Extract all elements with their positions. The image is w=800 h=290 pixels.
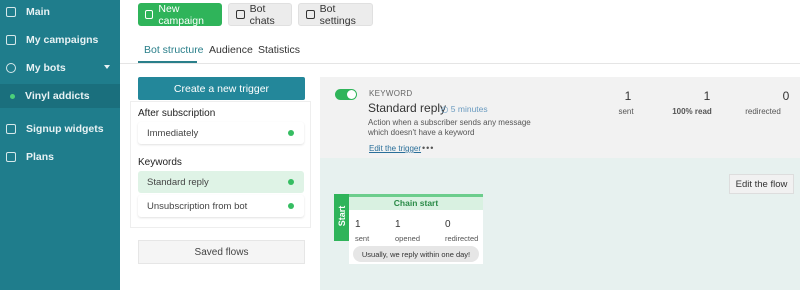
create-trigger-button[interactable]: Create a new trigger [138,77,305,100]
stat-redirected-label: redirected [745,107,781,116]
active-status-icon [288,203,294,209]
chain-sent-value: 1 [355,219,361,230]
trigger-label: Standard reply [147,176,209,188]
trigger-standard-reply[interactable]: Standard reply [138,171,304,193]
bot-icon [6,63,16,73]
sidebar-item-vinyl-addicts[interactable]: Vinyl addicts [0,84,120,108]
new-campaign-button[interactable]: New campaign [138,2,222,27]
chain-redirected-value: 0 [445,219,451,230]
tab-bot-structure[interactable]: Bot structure [144,44,204,56]
more-options-icon[interactable]: ••• [422,143,434,153]
chat-icon [236,10,245,19]
stat-sent-label: sent [618,107,634,116]
sidebar-item-plans[interactable]: Plans [0,145,120,169]
active-tab-indicator [138,61,197,63]
chevron-down-icon [104,65,110,69]
sidebar-item-label: Main [26,6,50,18]
edit-trigger-link[interactable]: Edit the trigger [369,144,421,153]
chain-redirected-label: redirected [445,234,479,243]
tab-divider [120,63,800,64]
tab-audience[interactable]: Audience [209,44,253,56]
saved-flows-button[interactable]: Saved flows [138,240,305,264]
stat-read-value: 1 [703,89,711,103]
chain-start-title: Chain start [349,197,483,210]
trigger-type: KEYWORD [369,89,413,98]
sidebar-item-signup-widgets[interactable]: Signup widgets [0,117,120,141]
trigger-description: Action when a subscriber sends any messa… [368,118,531,137]
sidebar-item-my-campaigns[interactable]: My campaigns [0,28,120,52]
sidebar-item-main[interactable]: Main [0,0,120,24]
campaigns-icon [6,35,16,45]
stat-sent-value: 1 [624,89,632,103]
sidebar: Main My campaigns My bots Vinyl addicts … [0,0,120,290]
keywords-heading: Keywords [138,157,182,168]
chain-opened-label: opened [395,234,421,243]
start-label-text: Start [337,205,347,227]
message-bubble[interactable]: Usually, we reply within one day! [353,246,479,262]
trigger-immediately[interactable]: Immediately [138,122,304,144]
stat-redirected-value: 0 [782,89,790,103]
edit-flow-button[interactable]: Edit the flow [729,174,794,194]
tab-statistics[interactable]: Statistics [258,44,300,56]
sidebar-item-my-bots[interactable]: My bots [0,56,120,80]
stat-read-label: 100% read [672,107,712,116]
trigger-label: Unsubscription from bot [147,200,248,212]
clock-icon: ◴ [441,104,449,114]
trigger-delay-value: 5 minutes [450,104,488,114]
status-dot-icon [10,93,15,99]
sidebar-item-label: Signup widgets [26,123,104,135]
chain-sent-label: sent [355,234,370,243]
start-label: Start [334,194,349,241]
trigger-unsubscription[interactable]: Unsubscription from bot [138,195,304,217]
chain-opened-value: 1 [395,219,401,230]
edit-icon [145,10,154,19]
trigger-delay: ◴ 5 minutes [441,104,488,115]
plans-icon [6,152,16,162]
trigger-name: Standard reply [368,101,447,115]
new-campaign-label: New campaign [158,2,204,27]
trigger-list-panel: After subscription Immediately Keywords … [131,102,310,227]
settings-icon [306,10,315,19]
trigger-label: Immediately [147,127,199,139]
bot-chats-label: Bot chats [249,2,275,27]
sidebar-item-label: Plans [26,151,55,163]
sidebar-item-label: My campaigns [26,34,99,46]
sidebar-item-label: My bots [26,62,66,74]
after-subscription-heading: After subscription [138,108,216,119]
bot-settings-label: Bot settings [319,2,356,27]
bot-settings-button[interactable]: Bot settings [298,2,373,27]
widget-icon [6,124,16,134]
bot-chats-button[interactable]: Bot chats [228,2,292,27]
dashboard-icon [6,7,16,17]
active-status-icon [288,179,294,185]
sidebar-item-label: Vinyl addicts [25,90,90,102]
active-status-icon [288,130,294,136]
trigger-toggle[interactable] [335,89,357,100]
